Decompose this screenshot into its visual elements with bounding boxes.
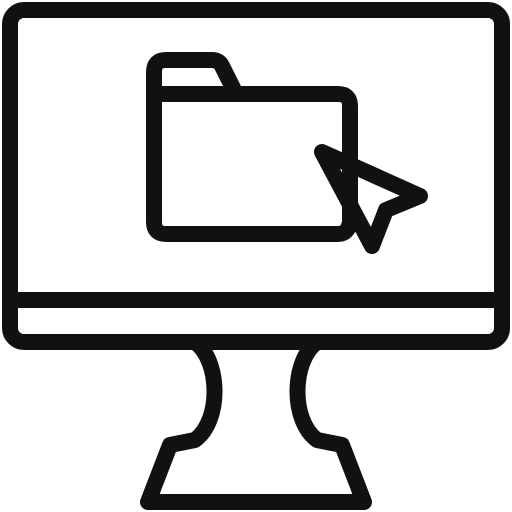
icon-canvas <box>0 0 512 512</box>
monitor-stand-icon <box>140 334 372 510</box>
computer-folder-cursor-icon <box>2 2 510 510</box>
